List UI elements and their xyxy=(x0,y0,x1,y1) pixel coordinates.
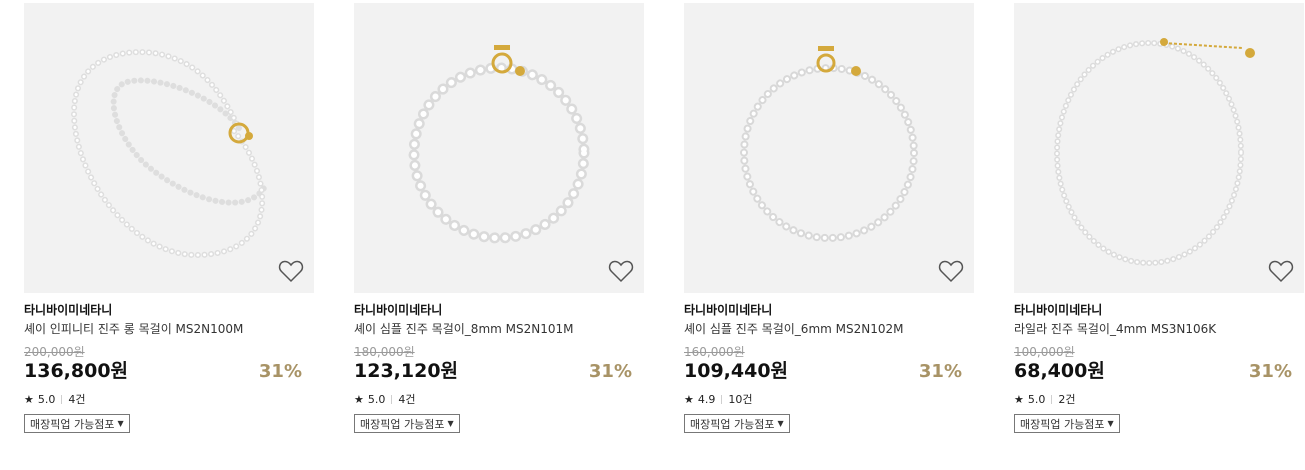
caret-down-icon: ▼ xyxy=(777,419,784,428)
brand-name[interactable]: 타니바이미네타니 xyxy=(354,303,644,317)
price-row: 123,120원 31% xyxy=(354,360,644,382)
brand-name[interactable]: 타니바이미네타니 xyxy=(24,303,314,317)
caret-down-icon: ▼ xyxy=(447,419,454,428)
price-row: 109,440원 31% xyxy=(684,360,974,382)
product-name[interactable]: 라일라 진주 목걸이_4mm MS3N106K xyxy=(1014,322,1304,336)
product-card[interactable]: 타니바이미네타니 셰이 인피니티 진주 롱 목걸이 MS2N100M 200,0… xyxy=(24,3,314,433)
star-icon: ★ xyxy=(354,393,364,406)
pearl-necklace-image xyxy=(740,46,918,242)
rating-score: 5.0 xyxy=(37,393,56,406)
product-image[interactable] xyxy=(354,3,644,293)
original-price: 100,000원 xyxy=(1014,345,1075,359)
store-pickup-dropdown[interactable]: 매장픽업 가능점포 ▼ xyxy=(24,414,130,433)
pearl-necklace-image xyxy=(70,49,267,259)
discount-rate: 31% xyxy=(588,361,632,382)
product-grid: 타니바이미네타니 셰이 인피니티 진주 롱 목걸이 MS2N100M 200,0… xyxy=(0,0,1305,470)
sale-price: 109,440원 xyxy=(684,360,789,382)
product-name[interactable]: 셰이 인피니티 진주 롱 목걸이 MS2N100M xyxy=(24,322,314,336)
rating-score: 5.0 xyxy=(1027,393,1046,406)
review-count: 10건 xyxy=(728,393,753,406)
heart-outline-icon[interactable] xyxy=(278,259,304,283)
original-price: 200,000원 xyxy=(24,345,85,359)
pickup-label: 매장픽업 가능점포 xyxy=(30,417,115,431)
rating-score: 5.0 xyxy=(367,393,386,406)
caret-down-icon: ▼ xyxy=(117,419,124,428)
product-image[interactable] xyxy=(24,3,314,293)
product-card[interactable]: 타니바이미네타니 라일라 진주 목걸이_4mm MS3N106K 100,000… xyxy=(1014,3,1304,433)
brand-name[interactable]: 타니바이미네타니 xyxy=(684,303,974,317)
product-card[interactable]: 타니바이미네타니 셰이 심플 진주 목걸이_8mm MS2N101M 180,0… xyxy=(354,3,644,433)
discount-rate: 31% xyxy=(258,361,302,382)
product-card[interactable]: 타니바이미네타니 셰이 심플 진주 목걸이_6mm MS2N102M 160,0… xyxy=(684,3,974,433)
brand-name[interactable]: 타니바이미네타니 xyxy=(1014,303,1304,317)
discount-rate: 31% xyxy=(1248,361,1292,382)
pickup-label: 매장픽업 가능점포 xyxy=(1020,417,1105,431)
divider xyxy=(391,395,393,404)
star-icon: ★ xyxy=(1014,393,1024,406)
pickup-label: 매장픽업 가능점포 xyxy=(360,417,445,431)
discount-rate: 31% xyxy=(918,361,962,382)
original-price: 160,000원 xyxy=(684,345,745,359)
product-name[interactable]: 셰이 심플 진주 목걸이_8mm MS2N101M xyxy=(354,322,644,336)
product-image[interactable] xyxy=(684,3,974,293)
sale-price: 123,120원 xyxy=(354,360,459,382)
heart-outline-icon[interactable] xyxy=(938,259,964,283)
rating-row: ★ 4.9 10건 xyxy=(684,393,974,406)
product-image[interactable] xyxy=(1014,3,1304,293)
store-pickup-dropdown[interactable]: 매장픽업 가능점포 ▼ xyxy=(1014,414,1120,433)
divider xyxy=(721,395,723,404)
divider xyxy=(61,395,63,404)
sale-price: 136,800원 xyxy=(24,360,129,382)
original-price: 180,000원 xyxy=(354,345,415,359)
heart-outline-icon[interactable] xyxy=(1268,259,1294,283)
store-pickup-dropdown[interactable]: 매장픽업 가능점포 ▼ xyxy=(684,414,790,433)
star-icon: ★ xyxy=(24,393,34,406)
price-row: 136,800원 31% xyxy=(24,360,314,382)
rating-row: ★ 5.0 4건 xyxy=(354,393,644,406)
caret-down-icon: ▼ xyxy=(1107,419,1114,428)
rating-score: 4.9 xyxy=(697,393,716,406)
rating-row: ★ 5.0 4건 xyxy=(24,393,314,406)
review-count: 4건 xyxy=(398,393,416,406)
review-count: 2건 xyxy=(1058,393,1076,406)
star-icon: ★ xyxy=(684,393,694,406)
rating-row: ★ 5.0 2건 xyxy=(1014,393,1304,406)
pearl-necklace-image xyxy=(408,45,590,244)
heart-outline-icon[interactable] xyxy=(608,259,634,283)
price-row: 68,400원 31% xyxy=(1014,360,1304,382)
review-count: 4건 xyxy=(68,393,86,406)
pearl-necklace-image xyxy=(1054,38,1255,266)
store-pickup-dropdown[interactable]: 매장픽업 가능점포 ▼ xyxy=(354,414,460,433)
divider xyxy=(1051,395,1053,404)
pickup-label: 매장픽업 가능점포 xyxy=(690,417,775,431)
sale-price: 68,400원 xyxy=(1014,360,1105,382)
product-name[interactable]: 셰이 심플 진주 목걸이_6mm MS2N102M xyxy=(684,322,974,336)
